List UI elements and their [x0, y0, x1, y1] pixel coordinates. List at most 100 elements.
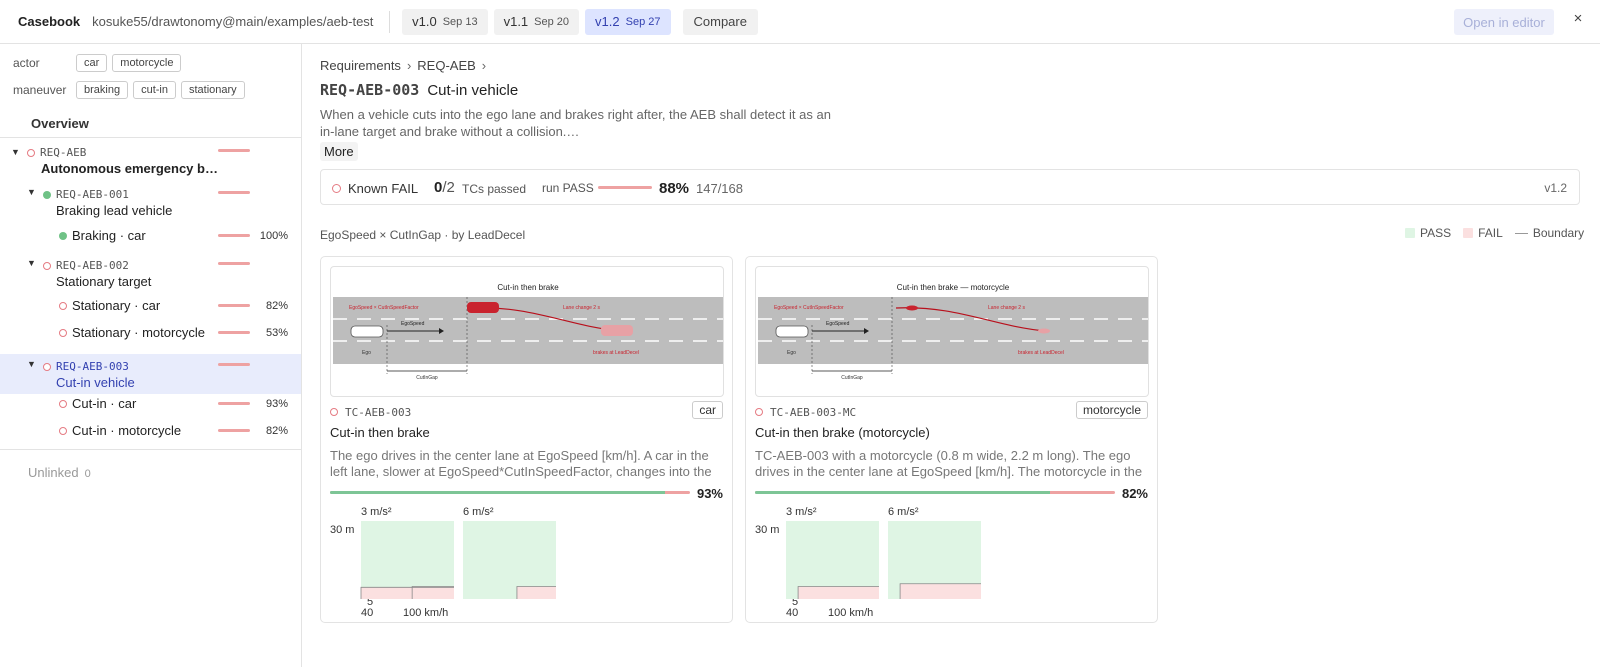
pass-bar — [218, 429, 250, 432]
tree-item-req-aeb-003[interactable]: ▼ REQ-AEB-003 Cut-in vehicle — [0, 354, 301, 394]
tree-item-stationary-car[interactable]: Stationary · car 82% — [0, 297, 301, 317]
diagram-label: CutInGap — [841, 375, 863, 381]
tree-item-cut-in-car[interactable]: Cut-in · car 93% — [0, 395, 301, 415]
status-fail-icon — [332, 184, 341, 193]
status-fail-icon — [43, 262, 51, 270]
target-motorcycle-ghost — [1038, 328, 1050, 334]
compare-button[interactable]: Compare — [682, 8, 758, 35]
diagram-label: CutInGap — [416, 375, 438, 381]
scenario-svg: Cut-in then brake — motorcycle EgoSpeed ×… — [758, 283, 1148, 381]
description-line: in-lane target and brake without a colli… — [320, 124, 580, 139]
test-case-id: TC-AEB-003 — [345, 406, 412, 419]
version-tab-v1-0[interactable]: v1.0 Sep 13 — [402, 8, 488, 35]
unlinked-section[interactable]: Unlinked 0 — [28, 465, 91, 480]
version-tab-v1-2[interactable]: v1.2 Sep 27 — [585, 8, 671, 35]
tree-item-req-aeb[interactable]: ▼ REQ-AEB Autonomous emergency b… — [0, 144, 301, 180]
tree-item-stationary-motorcycle[interactable]: Stationary · motorcycle 53% — [0, 324, 301, 344]
pass-fill — [755, 491, 1051, 494]
status-fail-icon — [43, 363, 51, 371]
requirement-id: REQ-AEB-003 — [320, 81, 420, 99]
pass-percent: 53% — [265, 327, 288, 339]
version-tab-v1-1[interactable]: v1.1 Sep 20 — [493, 8, 580, 35]
requirement-id: REQ-AEB-001 — [56, 188, 129, 201]
test-case-label: Stationary · motorcycle — [72, 325, 205, 340]
scenario-diagram: Cut-in then brake EgoSpeed × CutInSpeedFa… — [330, 266, 724, 397]
target-motorcycle — [906, 305, 918, 311]
filter-chip-cut-in[interactable]: cut-in — [133, 81, 176, 99]
breadcrumb-separator: › — [406, 58, 412, 73]
tree-item-req-aeb-002[interactable]: ▼ REQ-AEB-002 Stationary target — [0, 257, 301, 289]
open-in-editor-button[interactable]: Open in editor — [1454, 9, 1554, 35]
diagram-title: Cut-in then brake — [497, 283, 559, 292]
diagram-label: Ego — [362, 350, 371, 356]
filter-chip-car[interactable]: car — [76, 54, 108, 72]
requirement-id: REQ-AEB-003 — [56, 360, 129, 373]
filter-chip-motorcycle[interactable]: motorcycle — [112, 54, 182, 72]
divider — [0, 137, 302, 138]
sidebar: actor car motorcycle maneuver braking cu… — [0, 44, 302, 667]
legend-fail: FAIL — [1478, 226, 1503, 240]
diagram-title: Cut-in then brake — motorcycle — [897, 283, 1010, 292]
expand-triangle-icon[interactable]: ▼ — [27, 258, 36, 268]
expand-triangle-icon[interactable]: ▼ — [27, 359, 36, 369]
tree-item-cut-in-motorcycle[interactable]: Cut-in · motorcycle 82% — [0, 422, 301, 442]
actor-tag: motorcycle — [1075, 401, 1148, 419]
pass-percent: 93% — [696, 486, 723, 501]
legend-boundary: Boundary — [1532, 226, 1585, 240]
tree-item-braking-car[interactable]: Braking · car 100% — [0, 227, 301, 247]
test-case-label: Cut-in · motorcycle — [72, 423, 182, 438]
diagram-label: Ego — [787, 350, 796, 356]
pass-bar — [330, 491, 690, 494]
expand-triangle-icon[interactable]: ▼ — [11, 147, 20, 157]
pass-bar — [218, 304, 250, 307]
breadcrumb-req-aeb[interactable]: REQ-AEB — [417, 58, 476, 73]
tree-item-req-aeb-001[interactable]: ▼ REQ-AEB-001 Braking lead vehicle — [0, 186, 301, 218]
filter-chip-stationary[interactable]: stationary — [180, 81, 245, 99]
expand-triangle-icon[interactable]: ▼ — [27, 187, 36, 197]
scenario-svg: Cut-in then brake EgoSpeed × CutInSpeedFa… — [333, 283, 723, 381]
test-case-id: TC-AEB-003-MC — [770, 406, 857, 419]
actor-tag: car — [692, 401, 723, 419]
test-case-card[interactable]: Cut-in then brake EgoSpeed × CutInSpeedFa… — [320, 256, 733, 623]
heatmap-panel-label: 3 m/s² — [361, 506, 392, 518]
breadcrumb-requirements[interactable]: Requirements — [320, 58, 401, 73]
diagram-label: EgoSpeed × CutInSpeedFactor — [349, 305, 419, 311]
repo-path[interactable]: kosuke55/drawtonomy@main/examples/aeb-te… — [92, 14, 377, 29]
run-pass-bar — [598, 186, 652, 189]
heatmap-panel-label: 6 m/s² — [888, 506, 919, 518]
pass-percent: 82% — [1121, 486, 1148, 501]
breadcrumb: Requirements › REQ-AEB › — [320, 58, 492, 73]
top-bar: Casebook kosuke55/drawtonomy@main/exampl… — [0, 0, 1600, 44]
version-date: Sep 13 — [442, 15, 478, 28]
heatmap-panel-label: 6 m/s² — [463, 506, 494, 518]
legend-pass: PASS — [1420, 226, 1452, 240]
version-label: v1.1 — [503, 14, 529, 29]
filter-maneuver: maneuver braking cut-in stationary — [13, 81, 250, 99]
version-date: Sep 20 — [534, 15, 570, 28]
close-icon[interactable]: × — [1568, 10, 1588, 27]
pass-bar — [755, 491, 1115, 494]
legend-boundary-line — [1514, 232, 1528, 234]
more-button[interactable]: More — [320, 142, 358, 161]
diagram-label: EgoSpeed — [826, 321, 850, 327]
unlinked-label: Unlinked — [28, 465, 79, 480]
heatmap-label: 100 km/h — [403, 607, 448, 619]
run-count: 147/168 — [696, 181, 743, 196]
filter-chip-braking[interactable]: braking — [76, 81, 129, 99]
overview-link[interactable]: Overview — [31, 116, 89, 131]
pass-percent: 82% — [265, 300, 288, 312]
diagram-label: brakes at LeadDecel — [593, 350, 639, 356]
heatmap-fail-region — [361, 587, 454, 599]
legend: PASS FAIL Boundary — [1405, 226, 1584, 240]
version-label: v1.2 — [1544, 181, 1567, 195]
version-label: v1.2 — [595, 14, 620, 29]
pass-bar — [218, 331, 250, 334]
filter-label-actor: actor — [13, 56, 40, 70]
test-case-description: The ego drives in the center lane at Ego… — [330, 448, 712, 479]
filter-label-maneuver: maneuver — [13, 83, 67, 97]
test-case-card[interactable]: Cut-in then brake — motorcycle EgoSpeed ×… — [745, 256, 1158, 623]
pass-bar — [218, 191, 250, 194]
requirement-id: REQ-AEB-002 — [56, 259, 129, 272]
pass-percent: 93% — [265, 398, 288, 410]
heatmap-fail-region — [900, 583, 981, 599]
